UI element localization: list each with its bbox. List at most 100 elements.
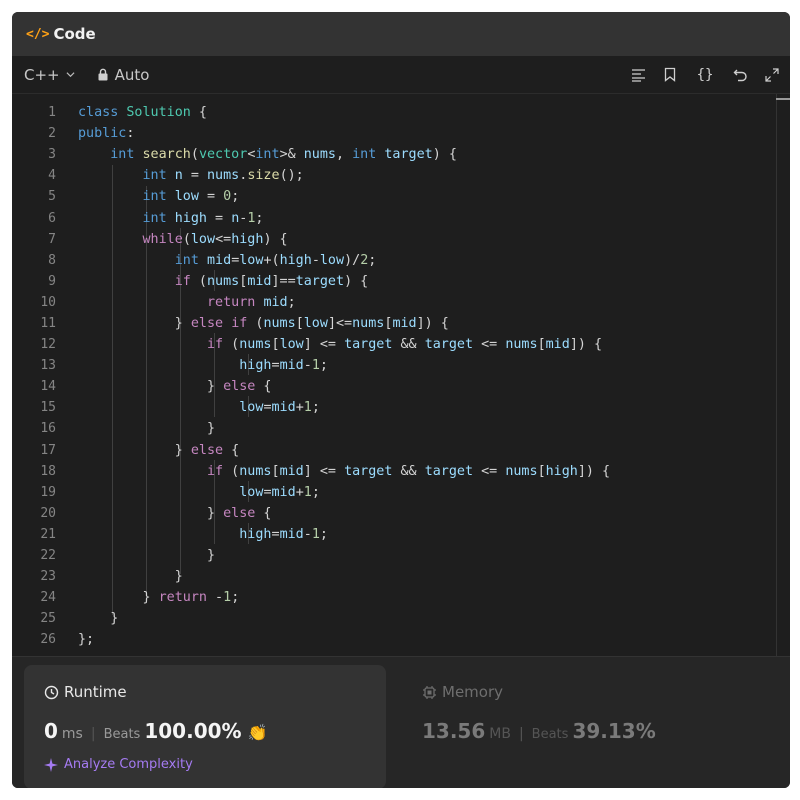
expand-icon[interactable] (764, 67, 780, 83)
code-line[interactable]: 3 int search(vector<int>& nums, int targ… (12, 144, 790, 165)
line-number: 1 (48, 105, 56, 121)
code-text: int search(vector<int>& nums, int target… (110, 147, 457, 163)
panel-title: Code (53, 25, 96, 43)
code-line[interactable]: 2 public: (12, 123, 790, 144)
code-line[interactable]: 15 low=mid+1; (12, 397, 790, 418)
chip-icon (423, 685, 436, 699)
line-number: 7 (48, 231, 56, 247)
code-text: } (78, 569, 183, 585)
code-text: } else { (78, 442, 240, 458)
code-text: } else { (78, 379, 272, 395)
code-line[interactable]: 8 int mid=low+(high-low)/2; (12, 250, 790, 271)
language-label: C++ (24, 65, 60, 84)
code-line[interactable]: 10 return mid; (12, 292, 790, 313)
memory-title[interactable]: Memory (422, 683, 503, 701)
runtime-label: Runtime (64, 683, 127, 701)
line-number: 19 (40, 484, 56, 500)
code-text: return mid; (207, 294, 296, 310)
runtime-title: Runtime (44, 683, 127, 701)
code-line[interactable]: 26}; (12, 629, 790, 650)
code-line[interactable]: 24 } return -1; (12, 587, 790, 608)
line-number: 25 (40, 611, 56, 627)
format-icon[interactable] (630, 67, 646, 83)
bookmark-icon[interactable] (662, 67, 678, 83)
line-number: 18 (40, 463, 56, 479)
code-text: while(low<=high) { (142, 231, 288, 247)
code-editor[interactable]: 1 class Solution { 2 public: 3 int search(… (12, 94, 790, 658)
editor-scrollbar[interactable] (776, 94, 790, 658)
code-panel: </> Code C++ Auto {} 1 class Solution {… (12, 12, 790, 788)
sparkle-icon (44, 757, 58, 772)
code-line[interactable]: 25 } (12, 608, 790, 629)
code-line[interactable]: 12 if (nums[low] <= target && target <= … (12, 334, 790, 355)
code-text: low=mid+1; (239, 484, 320, 500)
code-line[interactable]: 13 high=mid-1; (12, 355, 790, 376)
braces-icon[interactable]: {} (694, 67, 716, 83)
code-text: class Solution { (78, 105, 207, 121)
code-text: } (78, 421, 216, 437)
code-line[interactable]: 20 } else { (12, 503, 790, 524)
code-text: if (nums[mid] <= target && target <= num… (207, 463, 611, 479)
line-number: 3 (48, 147, 56, 163)
code-text: int low = 0; (142, 189, 240, 205)
line-number: 14 (40, 379, 56, 395)
mode-selector[interactable]: Auto (97, 65, 150, 84)
line-number: 9 (48, 273, 56, 289)
memory-label: Memory (442, 683, 504, 701)
code-line[interactable]: 1 class Solution { (12, 102, 790, 123)
code-text: } else if (nums[low]<=nums[mid]) { (78, 315, 449, 331)
line-number: 10 (40, 294, 56, 310)
code-text: } (78, 548, 216, 564)
runtime-unit: ms (61, 726, 83, 742)
code-line[interactable]: 14 } else { (12, 376, 790, 397)
runtime-value: 0 (44, 719, 58, 743)
code-line[interactable]: 18 if (nums[mid] <= target && target <= … (12, 461, 790, 482)
code-line[interactable]: 21 high=mid-1; (12, 524, 790, 545)
chevron-down-icon (66, 72, 75, 78)
memory-beats-value: 39.13% (572, 719, 656, 743)
code-line[interactable]: 19 low=mid+1; (12, 482, 790, 503)
code-text: high=mid-1; (239, 526, 328, 542)
memory-value: 13.56 (422, 719, 486, 743)
line-number: 20 (40, 505, 56, 521)
code-line[interactable]: 6 int high = n-1; (12, 207, 790, 228)
line-number: 5 (48, 189, 56, 205)
panel-header: </> Code (12, 12, 790, 56)
code-line[interactable]: 22 } (12, 545, 790, 566)
line-number: 11 (40, 315, 56, 331)
code-line[interactable]: 9 if (nums[mid]==target) { (12, 271, 790, 292)
line-number: 8 (48, 252, 56, 268)
line-number: 16 (40, 421, 56, 437)
code-line[interactable]: 7 while(low<=high) { (12, 229, 790, 250)
code-text: if (nums[low] <= target && target <= num… (207, 337, 603, 353)
code-line[interactable]: 16 } (12, 418, 790, 439)
divider: | (518, 726, 524, 742)
line-number: 23 (40, 569, 56, 585)
code-line[interactable]: 11 } else if (nums[low]<=nums[mid]) { (12, 313, 790, 334)
runtime-card[interactable]: Runtime 0 ms | Beats 100.00% 👏 Analyze C… (24, 665, 386, 788)
mode-label: Auto (114, 65, 150, 84)
line-number: 24 (40, 590, 56, 606)
language-selector[interactable]: C++ (24, 66, 75, 84)
line-number: 2 (48, 126, 56, 142)
code-line[interactable]: 5 int low = 0; (12, 186, 790, 207)
code-text: if (nums[mid]==target) { (174, 273, 369, 289)
analyze-complexity-link[interactable]: Analyze Complexity (44, 757, 193, 772)
editor-toolbar: C++ Auto {} (12, 56, 790, 94)
code-text: int high = n-1; (142, 210, 264, 226)
code-line[interactable]: 23 } (12, 566, 790, 587)
beats-label: Beats (103, 727, 141, 742)
code-line[interactable]: 4 int n = nums.size(); (12, 165, 790, 186)
code-brackets-icon: </> (26, 26, 50, 42)
code-line[interactable]: 17 } else { (12, 440, 790, 461)
line-number: 6 (48, 210, 56, 226)
line-number: 17 (40, 442, 56, 458)
line-number: 21 (40, 526, 56, 542)
scrollbar-thumb[interactable] (776, 98, 790, 100)
divider: | (90, 726, 96, 742)
code-text: } else { (78, 505, 272, 521)
clock-icon (44, 685, 59, 699)
undo-icon[interactable] (732, 67, 748, 83)
line-number: 4 (48, 168, 56, 184)
code-text: int n = nums.size(); (142, 168, 304, 184)
